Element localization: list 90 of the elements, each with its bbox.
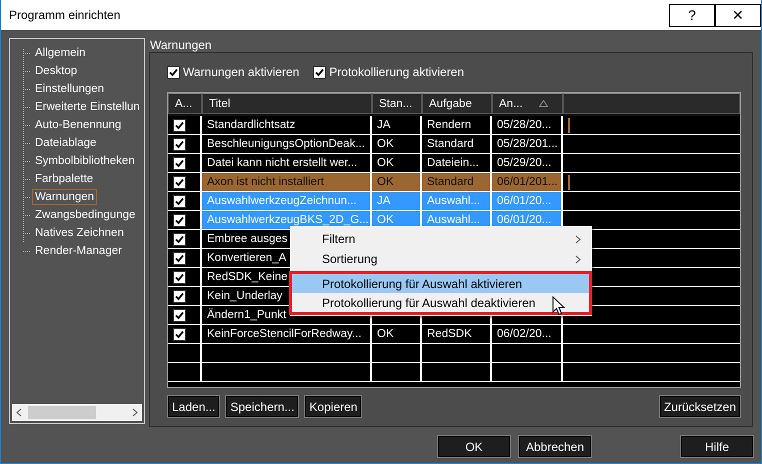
table-cell: Rendern [427,119,472,131]
menu-item[interactable]: Sortierung [290,249,592,269]
table-cell: JA [377,119,390,131]
table-cell: Dateiein... [427,157,479,169]
checkbox[interactable] [173,194,186,208]
checkbox[interactable] [173,328,186,340]
help-button[interactable]: ? [669,4,715,26]
table-cell: 06/02/20... [497,328,552,340]
checkbox[interactable] [173,118,186,132]
table-cell: AuswahlwerkzeugBKS_2D_G... [207,214,369,226]
table-cell: Auswahl... [427,214,480,226]
table-cell: Embree ausges [207,233,288,245]
horizontal-scrollbar[interactable] [12,404,142,421]
chevron-right-icon [575,234,581,244]
table-row[interactable]: BeschleunigungsOptionDeak... OK Standard 05/28/201... [168,135,740,154]
table-row[interactable]: Axon ist nicht installiert OK Standard 06/01/201... [168,173,740,192]
checkbox[interactable] [173,308,186,322]
marker-line [568,174,570,190]
toolbar-button[interactable]: Kopieren [304,395,362,418]
table-cell: 05/29/20... [497,157,552,169]
tree-item[interactable]: Zwangsbedingunge [32,207,138,223]
reset-button[interactable]: Zurücksetzen [658,395,741,418]
table-row[interactable]: Standardlichtsatz JA Rendern 05/28/20... [168,116,740,135]
table-cell: OK [377,214,394,226]
table-cell: KeinForceStencilForRedway... [207,328,362,340]
tree-item[interactable]: Render-Manager [32,243,125,259]
checkbox[interactable] [173,214,186,226]
tree-item[interactable]: Erweiterte Einstellun [32,99,143,115]
table-cell: JA [377,195,390,207]
table-cell: OK [377,138,394,150]
table-cell: OK [377,328,394,340]
dialog-button[interactable]: Hilfe [680,435,754,458]
checkbox[interactable] [173,156,186,170]
table-cell: BeschleunigungsOptionDeak... [207,138,365,150]
column-header[interactable]: An... [492,93,563,114]
checkbox[interactable] [173,252,186,264]
table-cell: Datei kann nicht erstellt wer... [207,157,358,169]
tree-item[interactable]: Desktop [32,63,80,79]
close-button[interactable]: ✕ [715,4,761,26]
column-header[interactable]: A... [168,93,202,114]
checkbox-label[interactable]: Warnungen aktivieren [183,65,300,79]
checkbox[interactable] [173,290,186,302]
checkbox[interactable] [173,232,186,246]
tree-item[interactable]: Natives Zeichnen [32,225,127,241]
tree-item[interactable]: Allgemein [32,45,88,61]
toolbar-button[interactable]: Laden... [167,395,220,418]
table-cell: 06/01/20... [497,214,552,226]
table-cell: RedSDK_Keine [207,271,288,283]
table-cell: 05/28/20... [497,119,552,131]
dialog-button[interactable]: Abbrechen [518,435,592,458]
checkbox[interactable] [167,66,180,78]
tree-item[interactable]: Warnungen [32,189,98,205]
table-cell: AuswahlwerkzeugZeichnun... [207,195,357,207]
tree-item[interactable]: Symbolbibliotheken [32,153,138,169]
menu-item[interactable]: Filtern [290,229,592,249]
table-cell: 06/01/201... [497,176,558,188]
table-cell: Konvertieren_A [207,252,286,264]
marker-line [568,118,570,132]
table-cell: OK [377,157,394,169]
column-header[interactable]: Stan... [372,93,422,114]
table-cell: Standardlichtsatz [207,119,296,131]
table-cell: Standard [427,138,474,150]
checkbox-label[interactable]: Protokollierung aktivieren [329,65,464,79]
tree-item[interactable]: Dateiablage [32,135,100,151]
table-cell: Ändern1_Punkt [207,309,286,321]
section-title: Warnungen [149,38,213,52]
dialog-button[interactable]: OK [437,435,511,458]
tree-item[interactable]: Einstellungen [32,81,108,97]
tree-item[interactable]: Farbpalette [32,171,96,187]
table-cell: Auswahl... [427,195,480,207]
checkbox[interactable] [173,138,186,150]
window-title: Programm einrichten [8,8,122,22]
column-header[interactable]: Aufgabe [422,93,492,114]
checkbox[interactable] [313,66,326,78]
table-cell: Standard [427,176,474,188]
chevron-right-icon [575,254,581,264]
column-header[interactable]: Titel [202,93,372,114]
table-cell: 06/01/20... [497,195,552,207]
table-cell: OK [377,176,394,188]
mouse-pointer-icon [552,296,565,316]
table-cell: Kein_Underlay [207,290,282,302]
menu-item[interactable]: Protokollierung für Auswahl aktivieren [292,274,589,293]
toolbar-button[interactable]: Speichern... [225,395,300,418]
table-cell: 05/28/201... [497,138,558,150]
checkbox[interactable] [173,176,186,188]
table-cell: Axon ist nicht installiert [207,176,324,188]
tree-item[interactable]: Auto-Benennung [32,117,124,133]
checkbox[interactable] [173,270,186,284]
table-cell: RedSDK [427,328,472,340]
table-row[interactable]: KeinForceStencilForRedway... OK RedSDK 06/02/20... [168,325,740,344]
